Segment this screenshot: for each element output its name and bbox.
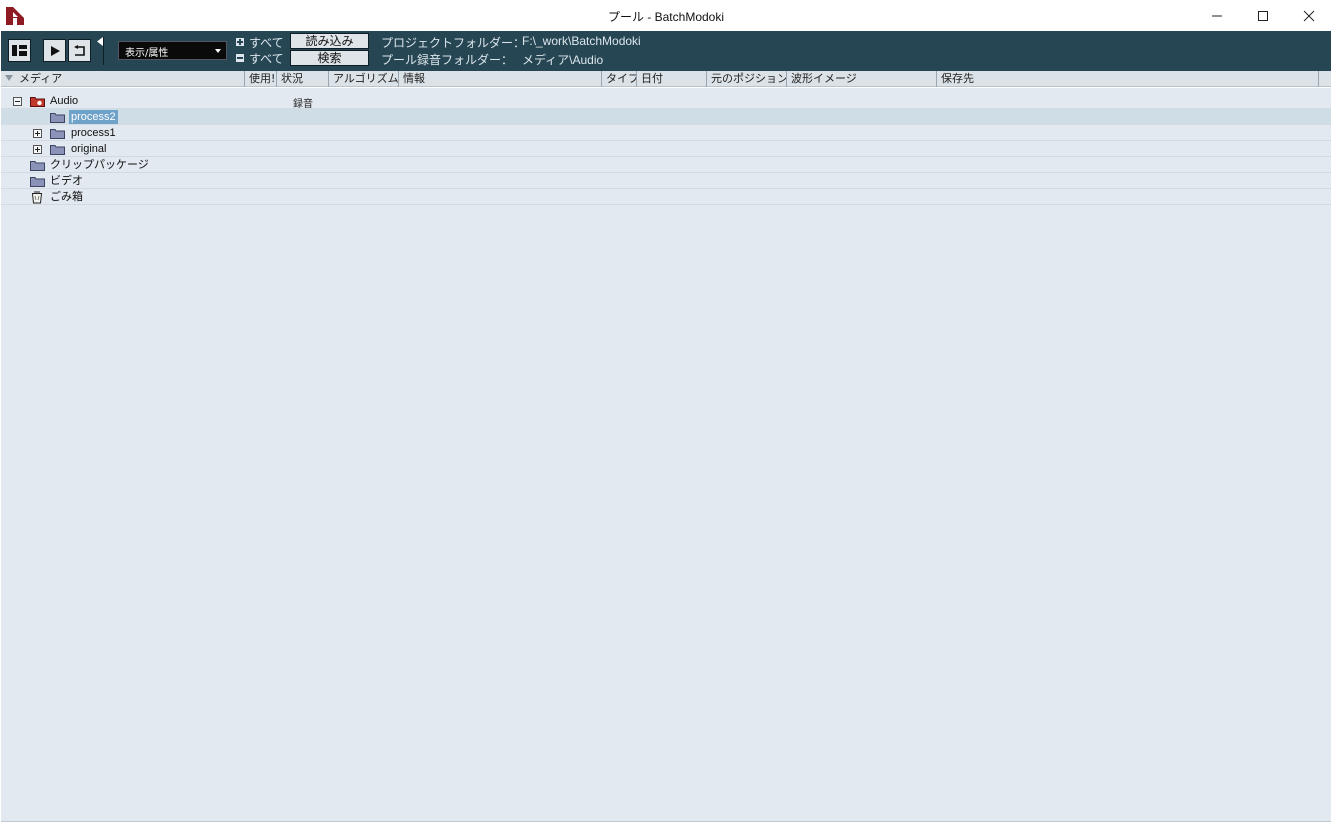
expand-all-button[interactable]: すべて	[236, 35, 284, 50]
minimize-icon	[1212, 15, 1222, 16]
sort-icon	[5, 75, 13, 81]
expand-all-label: すべて	[249, 35, 284, 50]
tree-row-trash[interactable]: ごみ箱	[1, 189, 1331, 205]
title-bar: プール - BatchModoki	[0, 0, 1332, 31]
collapse-all-button[interactable]: すべて	[236, 51, 284, 66]
expand-icon[interactable]	[33, 145, 42, 154]
loop-icon	[73, 44, 85, 56]
close-icon	[1303, 10, 1315, 21]
column-used[interactable]: 使用!	[245, 71, 277, 87]
tree-row-audio[interactable]: Audio 録音	[1, 93, 1331, 110]
tree-row-clip-package[interactable]: クリップパッケージ	[1, 157, 1331, 173]
tree-row-process2[interactable]: process2	[1, 109, 1331, 125]
column-media-label: メディア	[19, 72, 63, 85]
tree-label: Audio	[50, 95, 79, 107]
play-icon	[50, 45, 60, 56]
record-folder-value: メディア\Audio	[522, 53, 604, 67]
column-date[interactable]: 日付	[637, 71, 707, 87]
status-cell: 録音	[293, 99, 313, 110]
folder-icon	[30, 161, 45, 171]
collapse-icon[interactable]	[13, 97, 22, 106]
minus-icon	[236, 54, 244, 62]
view-select-value: 表示/属性	[125, 48, 169, 59]
tree-row-video[interactable]: ビデオ	[1, 173, 1331, 189]
tree-label: ビデオ	[50, 175, 83, 187]
column-path[interactable]: 保存先	[937, 71, 1319, 87]
expand-icon[interactable]	[33, 129, 42, 138]
column-waveform[interactable]: 波形イメージ	[787, 71, 937, 87]
record-folder-label: プール録音フォルダー：	[381, 53, 514, 67]
column-header: メディア 使用! 状況 アルゴリズム 情報 タイプ 日付 元のポジション 波形イ…	[1, 71, 1331, 87]
maximize-icon	[1258, 10, 1268, 21]
plus-icon	[236, 38, 244, 46]
search-button[interactable]: 検索	[290, 50, 369, 66]
folder-icon	[50, 145, 65, 155]
view-attributes-select[interactable]: 表示/属性	[118, 41, 227, 60]
tree-label: ごみ箱	[50, 191, 83, 203]
folder-icon	[50, 113, 65, 123]
column-type[interactable]: タイプ	[602, 71, 637, 87]
trash-icon	[31, 191, 43, 204]
column-status[interactable]: 状況	[277, 71, 329, 87]
volume-slider-icon[interactable]	[97, 37, 105, 65]
tree-label: process1	[71, 127, 116, 139]
tree-label: original	[71, 143, 107, 155]
maximize-button[interactable]	[1240, 0, 1286, 31]
project-folder-value: F:\_work\BatchModoki	[522, 34, 641, 48]
project-folder-label: プロジェクトフォルダー：	[381, 36, 526, 50]
column-media[interactable]: メディア	[1, 71, 245, 87]
inspector-toggle-button[interactable]	[8, 39, 31, 62]
column-info[interactable]: 情報	[399, 71, 602, 87]
folder-icon	[50, 129, 65, 139]
window-title: プール - BatchModoki	[607, 10, 725, 24]
tree-label: クリップパッケージ	[50, 159, 149, 171]
folder-icon	[30, 177, 45, 187]
minimize-button[interactable]	[1194, 0, 1240, 31]
audio-folder-icon	[30, 97, 45, 107]
loop-button[interactable]	[68, 39, 91, 62]
import-button[interactable]: 読み込み	[290, 33, 369, 49]
chevron-down-icon	[215, 49, 221, 53]
pool-toolbar: 表示/属性 すべて すべて 読み込み 検索 プロジェクトフォルダー： F:\_w…	[1, 31, 1331, 71]
column-origin-position[interactable]: 元のポジション	[707, 71, 787, 87]
tree-label: process2	[69, 110, 118, 124]
column-algorithm[interactable]: アルゴリズム	[329, 71, 399, 87]
tree-row-process1[interactable]: process1	[1, 125, 1331, 141]
play-button[interactable]	[43, 39, 66, 62]
layout-icon	[12, 45, 27, 56]
pool-tree: Audio 録音 process2 process1 original クリップ…	[1, 88, 1331, 822]
collapse-all-label: すべて	[249, 51, 284, 66]
close-button[interactable]	[1286, 0, 1332, 31]
tree-row-original[interactable]: original	[1, 141, 1331, 157]
